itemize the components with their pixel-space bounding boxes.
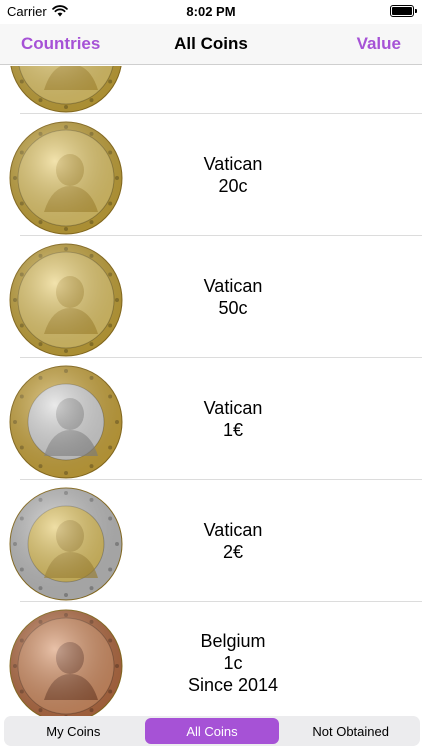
status-bar: Carrier 8:02 PM bbox=[0, 0, 422, 24]
coin-country: Vatican bbox=[203, 154, 263, 174]
coin-list[interactable]: Vatican 20c Vatican 50c Vatican 1€ Vatican 2€ Be… bbox=[0, 66, 422, 716]
belgium-1c-coin bbox=[9, 609, 123, 716]
value-button[interactable]: Value bbox=[357, 34, 401, 54]
coin-label: Vatican 1€ bbox=[134, 358, 422, 480]
status-time: 8:02 PM bbox=[186, 4, 236, 19]
vatican-20c-coin bbox=[9, 121, 123, 235]
coin-denomination: 1c bbox=[223, 653, 243, 673]
coin-label: Belgium 1c Since 2014 bbox=[134, 602, 422, 716]
coin-note: Since 2014 bbox=[187, 675, 279, 695]
coin-row[interactable]: Belgium 1c Since 2014 bbox=[0, 602, 422, 716]
vatican-2euro-coin bbox=[9, 487, 123, 601]
coin-row[interactable]: Vatican 20c bbox=[0, 114, 422, 236]
segment-all-coins[interactable]: All Coins bbox=[144, 718, 280, 744]
battery-icon bbox=[390, 5, 417, 17]
coin-label bbox=[134, 66, 422, 114]
coin-label: Vatican 20c bbox=[134, 114, 422, 236]
coin-label: Vatican 50c bbox=[134, 236, 422, 358]
vatican-50c-coin bbox=[9, 243, 123, 357]
vatican-10c-coin bbox=[10, 66, 122, 113]
coin-country: Vatican bbox=[203, 520, 263, 540]
coin-denomination: 2€ bbox=[222, 542, 244, 562]
coin-denomination: 20c bbox=[218, 176, 248, 196]
coin-row[interactable] bbox=[0, 66, 422, 114]
coin-row[interactable]: Vatican 1€ bbox=[0, 358, 422, 480]
coin-label: Vatican 2€ bbox=[134, 480, 422, 602]
segment-not-obtained[interactable]: Not Obtained bbox=[283, 718, 418, 744]
filter-segmented-control: My Coins All Coins Not Obtained bbox=[4, 716, 420, 746]
coin-denomination: 50c bbox=[218, 298, 248, 318]
vatican-1euro-coin bbox=[9, 365, 123, 479]
segment-my-coins[interactable]: My Coins bbox=[6, 718, 141, 744]
navigation-bar: Countries All Coins Value bbox=[0, 24, 422, 65]
coin-country: Vatican bbox=[203, 398, 263, 418]
coin-row[interactable]: Vatican 50c bbox=[0, 236, 422, 358]
coin-country: Vatican bbox=[203, 276, 263, 296]
coin-country: Belgium bbox=[200, 631, 266, 651]
bottom-bar: My Coins All Coins Not Obtained bbox=[0, 716, 422, 750]
coin-denomination: 1€ bbox=[222, 420, 244, 440]
coin-row[interactable]: Vatican 2€ bbox=[0, 480, 422, 602]
